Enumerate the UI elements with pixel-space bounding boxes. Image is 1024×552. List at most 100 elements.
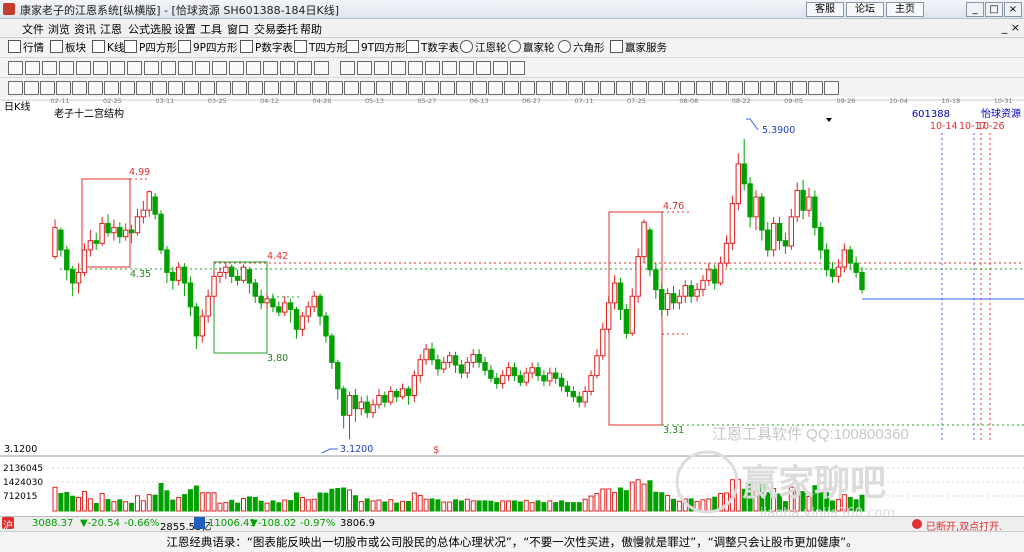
draw-tool-icon-5[interactable] xyxy=(76,61,91,75)
analysis-tool-icon-216[interactable] xyxy=(216,81,231,95)
draw-tool-icon-9[interactable] xyxy=(144,61,159,75)
draw-tool-icon-6[interactable] xyxy=(93,61,108,75)
draw-tool-icon-17[interactable] xyxy=(280,61,295,75)
menu-browse[interactable]: 浏览 xyxy=(48,21,70,37)
analysis-tool-icon-280[interactable] xyxy=(280,81,295,95)
customer-service-button[interactable]: 客服 xyxy=(806,2,844,17)
analysis-tool-icon-600[interactable] xyxy=(600,81,615,95)
analysis-tool-icon-824[interactable] xyxy=(824,81,839,95)
draw-tool-icon-b510[interactable] xyxy=(510,61,525,75)
chart-tab-label[interactable]: 日K线 xyxy=(4,100,31,113)
hexagon-button[interactable]: 六角形 xyxy=(558,40,605,55)
draw-tool-icon-b459[interactable] xyxy=(459,61,474,75)
menu-gann[interactable]: 江恩 xyxy=(100,21,122,37)
analysis-tool-icon-392[interactable] xyxy=(392,81,407,95)
kline-chart[interactable]: 02-11 02-25 03-11 03-25 04-12 04-26 05-13 05-27… xyxy=(0,97,1024,516)
draw-tool-icon-1[interactable] xyxy=(8,61,23,75)
9p-square-button[interactable]: 9P四方形 xyxy=(178,40,238,55)
sh-index[interactable]: 3088.37 xyxy=(32,518,73,529)
draw-tool-icon-b442[interactable] xyxy=(442,61,457,75)
analysis-tool-icon-552[interactable] xyxy=(552,81,567,95)
analysis-tool-icon-328[interactable] xyxy=(328,81,343,95)
analysis-tool-icon-312[interactable] xyxy=(312,81,327,95)
draw-tool-icon-18[interactable] xyxy=(297,61,312,75)
analysis-tool-icon-440[interactable] xyxy=(440,81,455,95)
analysis-tool-icon-104[interactable] xyxy=(104,81,119,95)
analysis-tool-icon-232[interactable] xyxy=(232,81,247,95)
analysis-tool-icon-168[interactable] xyxy=(168,81,183,95)
draw-tool-icon-3[interactable] xyxy=(42,61,57,75)
analysis-tool-icon-728[interactable] xyxy=(728,81,743,95)
analysis-tool-icon-648[interactable] xyxy=(648,81,663,95)
analysis-tool-icon-152[interactable] xyxy=(152,81,167,95)
analysis-tool-icon-504[interactable] xyxy=(504,81,519,95)
analysis-tool-icon-360[interactable] xyxy=(360,81,375,95)
winner-service-button[interactable]: 赢家服务 xyxy=(610,40,667,55)
analysis-tool-icon-680[interactable] xyxy=(680,81,695,95)
draw-tool-icon-16[interactable] xyxy=(263,61,278,75)
analysis-tool-icon-184[interactable] xyxy=(184,81,199,95)
t-square-button[interactable]: T四方形 xyxy=(294,40,347,55)
draw-tool-icon-11[interactable] xyxy=(178,61,193,75)
draw-tool-icon-15[interactable] xyxy=(246,61,261,75)
analysis-tool-icon-520[interactable] xyxy=(520,81,535,95)
maximize-button[interactable]: □ xyxy=(985,2,1003,17)
analysis-tool-icon-456[interactable] xyxy=(456,81,471,95)
sector-button[interactable]: 板块 xyxy=(50,40,86,55)
draw-tool-icon-14[interactable] xyxy=(229,61,244,75)
p-square-button[interactable]: P四方形 xyxy=(124,40,177,55)
menu-formula-picker[interactable]: 公式选股 xyxy=(128,21,172,37)
analysis-tool-icon-88[interactable] xyxy=(88,81,103,95)
menu-news[interactable]: 资讯 xyxy=(74,21,96,37)
draw-tool-icon-19[interactable] xyxy=(314,61,329,75)
draw-tool-icon-b391[interactable] xyxy=(391,61,406,75)
mdi-controls[interactable]: _ × xyxy=(1002,21,1020,34)
analysis-tool-icon-408[interactable] xyxy=(408,81,423,95)
t-number-table-button[interactable]: T数字表 xyxy=(406,40,459,55)
analysis-tool-icon-248[interactable] xyxy=(248,81,263,95)
analysis-tool-icon-760[interactable] xyxy=(760,81,775,95)
analysis-tool-icon-664[interactable] xyxy=(664,81,679,95)
draw-tool-icon-b476[interactable] xyxy=(476,61,491,75)
draw-tool-icon-b493[interactable] xyxy=(493,61,508,75)
menu-settings[interactable]: 设置 xyxy=(174,21,196,37)
9t-square-button[interactable]: 9T四方形 xyxy=(346,40,406,55)
homepage-button[interactable]: 主页 xyxy=(886,2,924,17)
draw-tool-icon-13[interactable] xyxy=(212,61,227,75)
analysis-tool-icon-696[interactable] xyxy=(696,81,711,95)
analysis-tool-icon-72[interactable] xyxy=(72,81,87,95)
analysis-tool-icon-8[interactable] xyxy=(8,81,23,95)
analysis-tool-icon-24[interactable] xyxy=(24,81,39,95)
analysis-tool-icon-712[interactable] xyxy=(712,81,727,95)
menu-file[interactable]: 文件 xyxy=(22,21,44,37)
menu-trade[interactable]: 交易委托 xyxy=(254,21,298,37)
analysis-tool-icon-472[interactable] xyxy=(472,81,487,95)
minimize-button[interactable]: _ xyxy=(966,2,984,17)
analysis-tool-icon-424[interactable] xyxy=(424,81,439,95)
analysis-tool-icon-376[interactable] xyxy=(376,81,391,95)
draw-tool-icon-b374[interactable] xyxy=(374,61,389,75)
draw-tool-icon-b408[interactable] xyxy=(408,61,423,75)
draw-tool-icon-12[interactable] xyxy=(195,61,210,75)
draw-tool-icon-10[interactable] xyxy=(161,61,176,75)
quotes-button[interactable]: 行情 xyxy=(8,40,44,55)
draw-tool-icon-4[interactable] xyxy=(59,61,74,75)
draw-tool-icon-b357[interactable] xyxy=(357,61,372,75)
forum-button[interactable]: 论坛 xyxy=(846,2,884,17)
draw-tool-icon-b425[interactable] xyxy=(425,61,440,75)
analysis-tool-icon-744[interactable] xyxy=(744,81,759,95)
kline-button[interactable]: K线 xyxy=(92,40,124,55)
close-button[interactable]: × xyxy=(1004,2,1022,17)
menu-window[interactable]: 窗口 xyxy=(227,21,249,37)
draw-tool-icon-b340[interactable] xyxy=(340,61,355,75)
analysis-tool-icon-616[interactable] xyxy=(616,81,631,95)
analysis-tool-icon-56[interactable] xyxy=(56,81,71,95)
menu-help[interactable]: 帮助 xyxy=(300,21,322,37)
draw-tool-icon-8[interactable] xyxy=(127,61,142,75)
analysis-tool-icon-136[interactable] xyxy=(136,81,151,95)
analysis-tool-icon-536[interactable] xyxy=(536,81,551,95)
gann-wheel-button[interactable]: 江恩轮 xyxy=(460,40,507,55)
menu-tools[interactable]: 工具 xyxy=(200,21,222,37)
analysis-tool-icon-488[interactable] xyxy=(488,81,503,95)
draw-tool-icon-2[interactable] xyxy=(25,61,40,75)
